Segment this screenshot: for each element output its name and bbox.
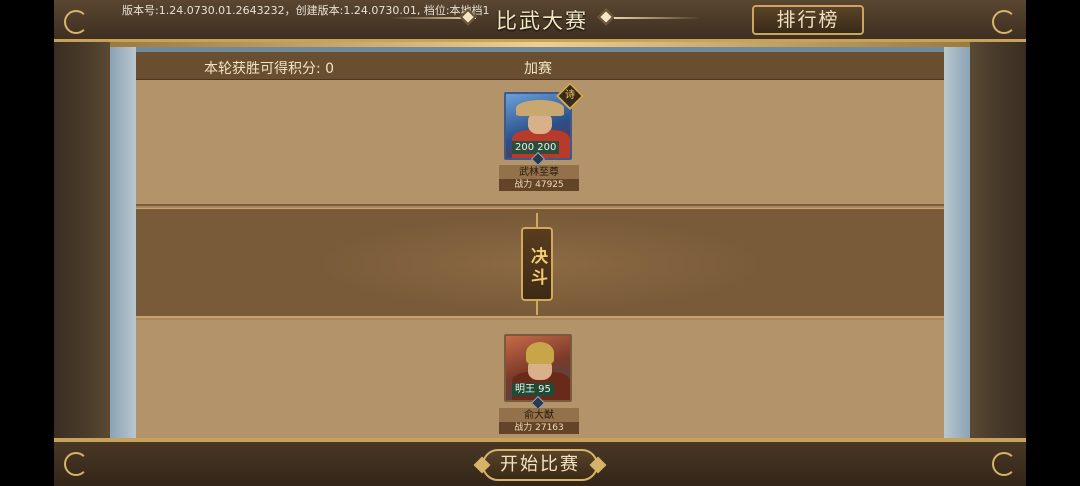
wave-panel-right [944,40,970,440]
opponent-level: 200 200 [512,141,560,154]
player-card[interactable]: 明王 95 [504,334,572,402]
version-info: 版本号:1.24.0730.01.2643232，创建版本:1.24.0730.… [122,4,490,17]
opponent-nameplate: 武林至尊 战力 47925 [499,165,579,191]
round-header: 本轮获胜可得积分: 0 加赛 [136,52,944,80]
score-label: 本轮获胜可得积分: 0 [204,61,335,77]
start-match-button[interactable]: 开始比赛 [482,449,598,481]
player-level: 明王 95 [512,383,554,396]
page-title: 比武大赛 [496,9,588,33]
player-zone: 明王 95 俞大猷 战力 27163 [136,320,944,438]
duel-stick-bottom [536,301,538,315]
letterbox-left [0,0,54,486]
top-gold-trim [110,42,970,47]
opponent-zone: 200 200 诗 武林至尊 战力 47925 [136,80,944,206]
frame-right [970,0,1026,486]
straw-hat-icon [516,100,564,116]
duel-label: 决斗 [521,227,553,301]
bottom-corner-right-icon [984,444,1024,484]
letterbox-right [1026,0,1080,486]
corner-ornament-right-icon [984,2,1024,42]
round-label: 加赛 [524,61,552,77]
bottom-corner-left-icon [56,444,96,484]
corner-ornament-left-icon [56,2,96,42]
player-nameplate: 俞大猷 战力 27163 [499,408,579,434]
frame-left [54,0,110,486]
opponent-power: 战力 47925 [499,179,579,191]
title-line-right [614,17,700,19]
bracket-panel: 本轮获胜可得积分: 0 加赛 200 200 诗 武林至尊 战力 47925 决… [136,52,944,438]
leaderboard-button[interactable]: 排行榜 [752,5,864,35]
helmet-icon [526,342,554,364]
duel-band: 决斗 [136,208,944,318]
player-power: 战力 27163 [499,422,579,434]
player-name: 俞大猷 [524,410,554,421]
opponent-name: 武林至尊 [519,167,559,178]
wave-panel-left [110,40,136,440]
badge-text: 诗 [565,90,575,101]
